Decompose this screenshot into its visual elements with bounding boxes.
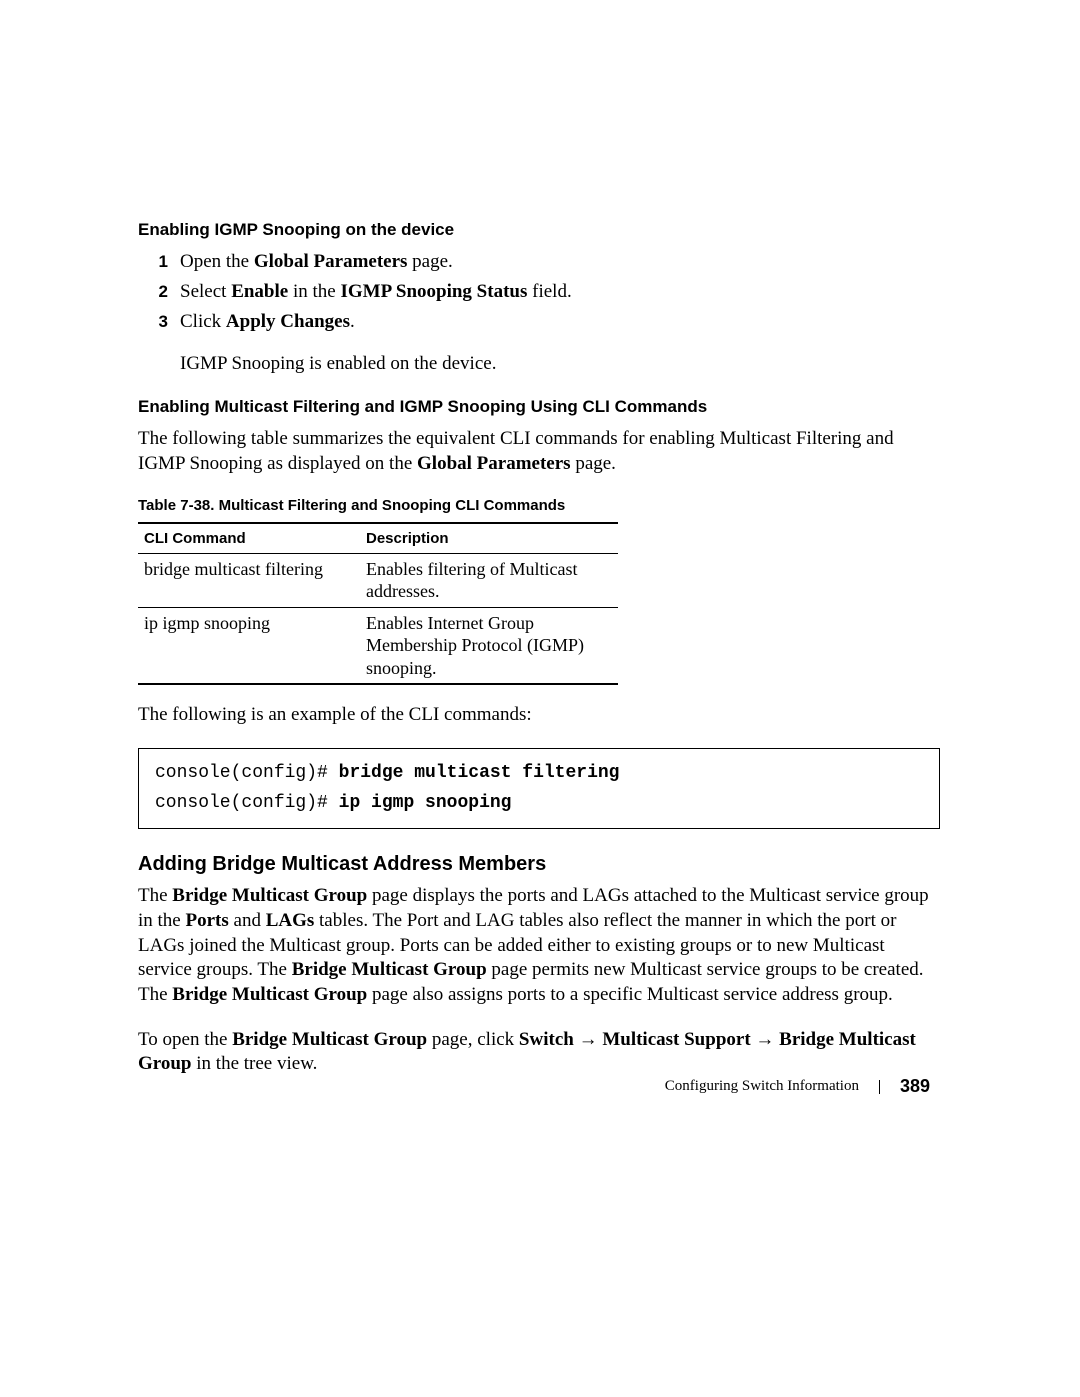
prompt: console(config)# — [155, 793, 339, 813]
bold-text: Multicast Support — [602, 1029, 750, 1050]
code-example-box: console(config)# bridge multicast filter… — [138, 748, 940, 829]
command: ip igmp snooping — [339, 793, 512, 813]
bold-text: Bridge Multicast Group — [232, 1029, 427, 1050]
table-caption: Table 7-38. Multicast Filtering and Snoo… — [138, 497, 940, 514]
bold-text: Bridge Multicast Group — [172, 984, 367, 1005]
bold-text: IGMP Snooping Status — [340, 281, 527, 302]
bold-text: Ports — [186, 910, 229, 931]
text: page. — [571, 453, 616, 474]
bold-text: Bridge Multicast Group — [292, 959, 487, 980]
bold-text: Enable — [231, 281, 288, 302]
step-3: 3 Click Apply Changes. — [138, 310, 940, 334]
bold-text: LAGs — [266, 910, 315, 931]
text: page, click — [427, 1029, 519, 1050]
prompt: console(config)# — [155, 763, 339, 783]
arrow-icon: → — [574, 1029, 603, 1050]
heading-igmp-snooping: Enabling IGMP Snooping on the device — [138, 220, 940, 240]
code-line: console(config)# ip igmp snooping — [155, 789, 923, 819]
step-text: Click Apply Changes. — [180, 310, 355, 334]
arrow-icon: → — [751, 1029, 780, 1050]
col-header-description: Description — [360, 523, 618, 554]
col-header-command: CLI Command — [138, 523, 360, 554]
page-footer: Configuring Switch Information 389 — [665, 1076, 930, 1097]
text: in the tree view. — [192, 1053, 318, 1074]
bold-text: Apply Changes — [226, 311, 350, 332]
footer-section-title: Configuring Switch Information — [665, 1078, 859, 1095]
bold-text: Bridge Multicast Group — [172, 885, 367, 906]
step-text: Select Enable in the IGMP Snooping Statu… — [180, 280, 572, 304]
table-row: ip igmp snooping Enables Internet Group … — [138, 607, 618, 684]
table-row: bridge multicast filtering Enables filte… — [138, 553, 618, 607]
heading-adding-members: Adding Bridge Multicast Address Members — [138, 853, 940, 876]
page-number: 389 — [900, 1076, 930, 1097]
adding-members-paragraph: The Bridge Multicast Group page displays… — [138, 884, 940, 1007]
text: and — [229, 910, 266, 931]
bold-text: Switch — [519, 1029, 574, 1050]
footer-separator — [879, 1080, 880, 1094]
text: Click — [180, 311, 226, 332]
step-1: 1 Open the Global Parameters page. — [138, 250, 940, 274]
text: Select — [180, 281, 231, 302]
command: bridge multicast filtering — [339, 763, 620, 783]
cli-example-intro: The following is an example of the CLI c… — [138, 703, 940, 728]
steps-list: 1 Open the Global Parameters page. 2 Sel… — [138, 250, 940, 333]
cell-description: Enables Internet Group Membership Protoc… — [360, 607, 618, 684]
text: . — [350, 311, 355, 332]
text: in the — [288, 281, 340, 302]
text: page also assigns ports to a specific Mu… — [367, 984, 893, 1005]
bold-text: Global Parameters — [254, 251, 408, 272]
heading-cli: Enabling Multicast Filtering and IGMP Sn… — [138, 397, 940, 417]
open-page-paragraph: To open the Bridge Multicast Group page,… — [138, 1028, 940, 1077]
text: The — [138, 885, 172, 906]
step-number: 2 — [138, 282, 180, 302]
step-2: 2 Select Enable in the IGMP Snooping Sta… — [138, 280, 940, 304]
bold-text: Global Parameters — [417, 453, 571, 474]
step-text: Open the Global Parameters page. — [180, 250, 453, 274]
step-number: 3 — [138, 312, 180, 332]
document-page: Enabling IGMP Snooping on the device 1 O… — [0, 0, 1080, 1397]
cell-command: ip igmp snooping — [138, 607, 360, 684]
cli-commands-table: CLI Command Description bridge multicast… — [138, 522, 618, 686]
code-line: console(config)# bridge multicast filter… — [155, 759, 923, 789]
text: page. — [407, 251, 452, 272]
text: field. — [527, 281, 571, 302]
text: Open the — [180, 251, 254, 272]
cell-command: bridge multicast filtering — [138, 553, 360, 607]
text: To open the — [138, 1029, 232, 1050]
cli-intro-paragraph: The following table summarizes the equiv… — [138, 427, 940, 476]
step-result: IGMP Snooping is enabled on the device. — [180, 353, 940, 375]
step-number: 1 — [138, 252, 180, 272]
cell-description: Enables filtering of Multicast addresses… — [360, 553, 618, 607]
table-header-row: CLI Command Description — [138, 523, 618, 554]
